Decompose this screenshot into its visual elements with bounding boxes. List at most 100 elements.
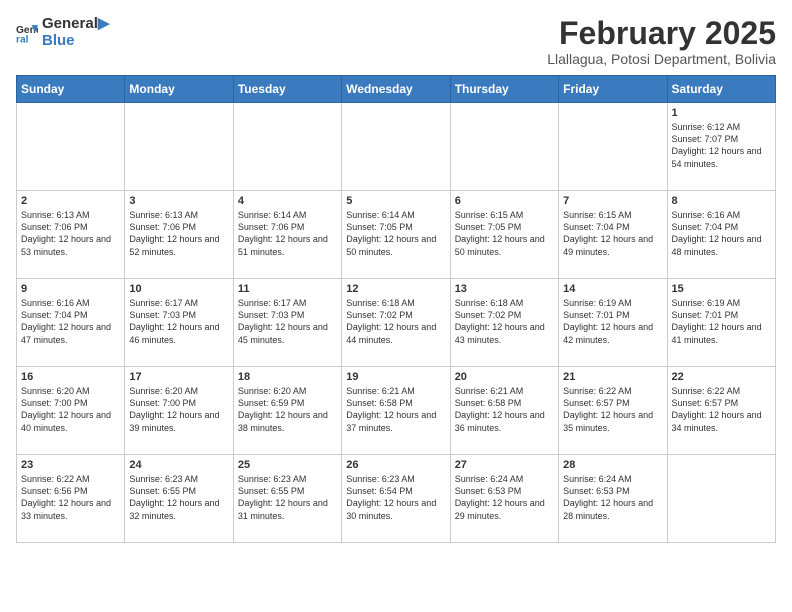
day-cell: 5 Sunrise: 6:14 AM Sunset: 7:05 PM Daylig…	[342, 191, 450, 279]
day-info: Sunrise: 6:15 AM Sunset: 7:04 PM Dayligh…	[563, 209, 662, 258]
day-info: Sunrise: 6:14 AM Sunset: 7:06 PM Dayligh…	[238, 209, 337, 258]
day-cell: 16 Sunrise: 6:20 AM Sunset: 7:00 PM Dayli…	[17, 367, 125, 455]
day-info: Sunrise: 6:16 AM Sunset: 7:04 PM Dayligh…	[672, 209, 771, 258]
day-info: Sunrise: 6:13 AM Sunset: 7:06 PM Dayligh…	[21, 209, 120, 258]
day-number: 2	[21, 195, 120, 207]
day-cell: 13Sunrise: 6:18 AM Sunset: 7:02 PM Dayli…	[450, 279, 558, 367]
day-cell: 27 Sunrise: 6:24 AM Sunset: 6:53 PM Dayli…	[450, 455, 558, 543]
day-cell	[342, 103, 450, 191]
day-cell: 15 Sunrise: 6:19 AM Sunset: 7:01 PM Dayli…	[667, 279, 775, 367]
weekday-header-row: SundayMondayTuesdayWednesdayThursdayFrid…	[17, 76, 776, 103]
day-cell: 1 Sunrise: 6:12 AM Sunset: 7:07 PM Daylig…	[667, 103, 775, 191]
day-number: 10	[129, 283, 228, 295]
day-number: 25	[238, 459, 337, 471]
day-cell	[125, 103, 233, 191]
day-info: Sunrise: 6:23 AM Sunset: 6:54 PM Dayligh…	[346, 473, 445, 522]
logo-icon: Gene ral	[16, 22, 38, 44]
day-number: 1	[672, 107, 771, 119]
day-cell: 25 Sunrise: 6:23 AM Sunset: 6:55 PM Dayli…	[233, 455, 341, 543]
day-info: Sunrise: 6:20 AM Sunset: 7:00 PM Dayligh…	[21, 385, 120, 434]
day-cell: 2 Sunrise: 6:13 AM Sunset: 7:06 PM Daylig…	[17, 191, 125, 279]
day-cell: 7Sunrise: 6:15 AM Sunset: 7:04 PM Daylig…	[559, 191, 667, 279]
day-cell	[667, 455, 775, 543]
day-cell: 24 Sunrise: 6:23 AM Sunset: 6:55 PM Dayli…	[125, 455, 233, 543]
day-cell: 12 Sunrise: 6:18 AM Sunset: 7:02 PM Dayli…	[342, 279, 450, 367]
day-cell: 10 Sunrise: 6:17 AM Sunset: 7:03 PM Dayli…	[125, 279, 233, 367]
day-number: 27	[455, 459, 554, 471]
week-row-5: 23 Sunrise: 6:22 AM Sunset: 6:56 PM Dayli…	[17, 455, 776, 543]
day-number: 12	[346, 283, 445, 295]
week-row-4: 16 Sunrise: 6:20 AM Sunset: 7:00 PM Dayli…	[17, 367, 776, 455]
logo: Gene ral General▶ Blue	[16, 16, 109, 49]
day-number: 23	[21, 459, 120, 471]
day-cell	[559, 103, 667, 191]
day-number: 20	[455, 371, 554, 383]
weekday-header-saturday: Saturday	[667, 76, 775, 103]
day-info: Sunrise: 6:15 AM Sunset: 7:05 PM Dayligh…	[455, 209, 554, 258]
calendar-table: SundayMondayTuesdayWednesdayThursdayFrid…	[16, 75, 776, 543]
day-number: 3	[129, 195, 228, 207]
day-info: Sunrise: 6:23 AM Sunset: 6:55 PM Dayligh…	[129, 473, 228, 522]
day-number: 28	[563, 459, 662, 471]
day-cell: 20 Sunrise: 6:21 AM Sunset: 6:58 PM Dayli…	[450, 367, 558, 455]
day-cell	[17, 103, 125, 191]
day-number: 8	[672, 195, 771, 207]
day-number: 24	[129, 459, 228, 471]
day-cell: 6 Sunrise: 6:15 AM Sunset: 7:05 PM Daylig…	[450, 191, 558, 279]
day-number: 6	[455, 195, 554, 207]
day-info: Sunrise: 6:24 AM Sunset: 6:53 PM Dayligh…	[455, 473, 554, 522]
month-title: February 2025	[547, 16, 776, 51]
logo-blue: Blue	[42, 33, 109, 50]
day-info: Sunrise: 6:21 AM Sunset: 6:58 PM Dayligh…	[455, 385, 554, 434]
day-number: 14	[563, 283, 662, 295]
day-number: 18	[238, 371, 337, 383]
day-cell: 11Sunrise: 6:17 AM Sunset: 7:03 PM Dayli…	[233, 279, 341, 367]
day-info: Sunrise: 6:19 AM Sunset: 7:01 PM Dayligh…	[672, 297, 771, 346]
weekday-header-thursday: Thursday	[450, 76, 558, 103]
day-cell: 3Sunrise: 6:13 AM Sunset: 7:06 PM Daylig…	[125, 191, 233, 279]
day-cell: 21Sunrise: 6:22 AM Sunset: 6:57 PM Dayli…	[559, 367, 667, 455]
day-info: Sunrise: 6:18 AM Sunset: 7:02 PM Dayligh…	[346, 297, 445, 346]
day-number: 9	[21, 283, 120, 295]
day-number: 5	[346, 195, 445, 207]
page-header: Gene ral General▶ Blue February 2025 Lla…	[16, 16, 776, 67]
day-number: 11	[238, 283, 337, 295]
day-cell	[450, 103, 558, 191]
day-number: 19	[346, 371, 445, 383]
week-row-1: 1 Sunrise: 6:12 AM Sunset: 7:07 PM Daylig…	[17, 103, 776, 191]
day-number: 4	[238, 195, 337, 207]
location-title: Llallagua, Potosi Department, Bolivia	[547, 51, 776, 67]
day-cell: 17Sunrise: 6:20 AM Sunset: 7:00 PM Dayli…	[125, 367, 233, 455]
day-number: 16	[21, 371, 120, 383]
day-info: Sunrise: 6:14 AM Sunset: 7:05 PM Dayligh…	[346, 209, 445, 258]
svg-text:ral: ral	[16, 34, 29, 44]
day-info: Sunrise: 6:12 AM Sunset: 7:07 PM Dayligh…	[672, 121, 771, 170]
week-row-2: 2 Sunrise: 6:13 AM Sunset: 7:06 PM Daylig…	[17, 191, 776, 279]
day-cell: 4 Sunrise: 6:14 AM Sunset: 7:06 PM Daylig…	[233, 191, 341, 279]
day-cell: 14 Sunrise: 6:19 AM Sunset: 7:01 PM Dayli…	[559, 279, 667, 367]
day-info: Sunrise: 6:22 AM Sunset: 6:56 PM Dayligh…	[21, 473, 120, 522]
logo-general: General▶	[42, 16, 109, 33]
day-cell: 19 Sunrise: 6:21 AM Sunset: 6:58 PM Dayli…	[342, 367, 450, 455]
day-info: Sunrise: 6:20 AM Sunset: 6:59 PM Dayligh…	[238, 385, 337, 434]
day-info: Sunrise: 6:19 AM Sunset: 7:01 PM Dayligh…	[563, 297, 662, 346]
day-number: 15	[672, 283, 771, 295]
day-info: Sunrise: 6:21 AM Sunset: 6:58 PM Dayligh…	[346, 385, 445, 434]
day-cell: 23 Sunrise: 6:22 AM Sunset: 6:56 PM Dayli…	[17, 455, 125, 543]
day-info: Sunrise: 6:22 AM Sunset: 6:57 PM Dayligh…	[672, 385, 771, 434]
weekday-header-friday: Friday	[559, 76, 667, 103]
weekday-header-sunday: Sunday	[17, 76, 125, 103]
day-cell	[233, 103, 341, 191]
day-info: Sunrise: 6:17 AM Sunset: 7:03 PM Dayligh…	[129, 297, 228, 346]
day-number: 22	[672, 371, 771, 383]
weekday-header-tuesday: Tuesday	[233, 76, 341, 103]
day-number: 17	[129, 371, 228, 383]
day-info: Sunrise: 6:18 AM Sunset: 7:02 PM Dayligh…	[455, 297, 554, 346]
day-number: 26	[346, 459, 445, 471]
day-cell: 22 Sunrise: 6:22 AM Sunset: 6:57 PM Dayli…	[667, 367, 775, 455]
day-cell: 8 Sunrise: 6:16 AM Sunset: 7:04 PM Daylig…	[667, 191, 775, 279]
day-info: Sunrise: 6:23 AM Sunset: 6:55 PM Dayligh…	[238, 473, 337, 522]
week-row-3: 9Sunrise: 6:16 AM Sunset: 7:04 PM Daylig…	[17, 279, 776, 367]
weekday-header-monday: Monday	[125, 76, 233, 103]
day-cell: 18 Sunrise: 6:20 AM Sunset: 6:59 PM Dayli…	[233, 367, 341, 455]
